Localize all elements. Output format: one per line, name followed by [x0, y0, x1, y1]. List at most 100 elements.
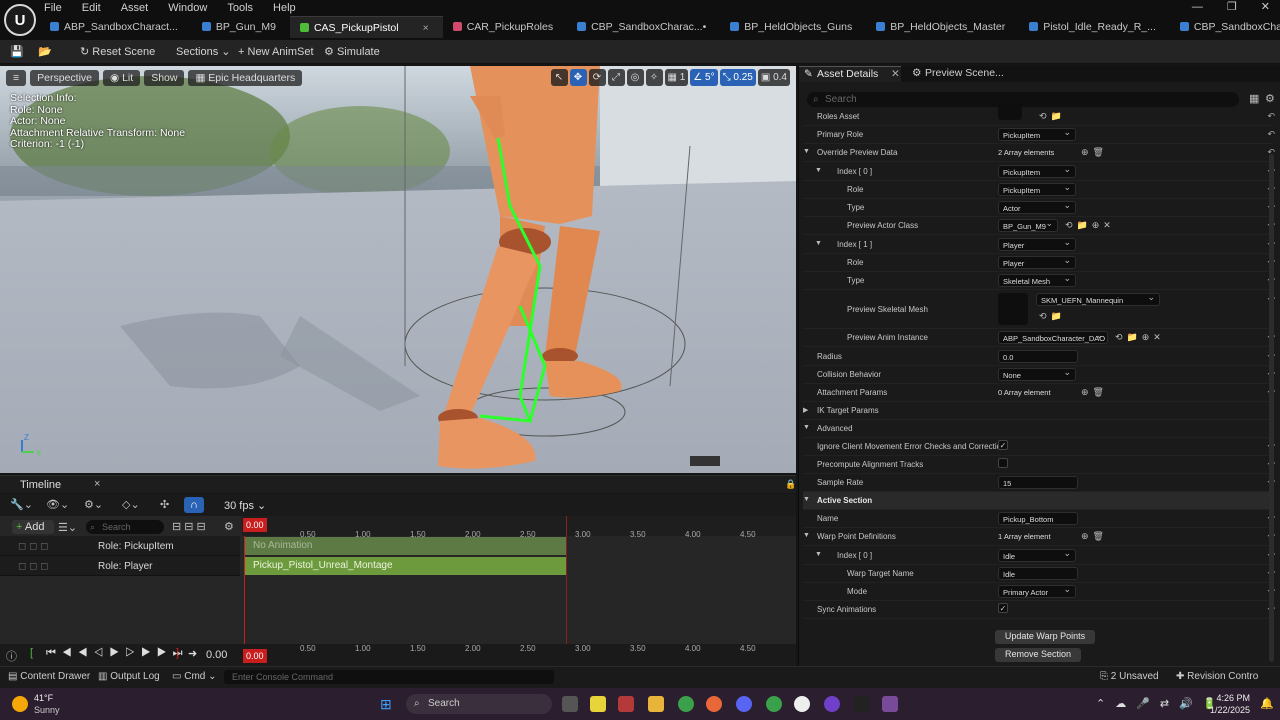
expand-arrow-icon[interactable]: ▼ — [803, 496, 810, 503]
expand-arrow-icon[interactable]: ▼ — [815, 240, 822, 247]
task-view-icon[interactable] — [562, 696, 578, 712]
wrench-icon[interactable]: 🔧⌄ — [10, 498, 33, 511]
lock-icon[interactable]: 🔒 — [785, 479, 796, 490]
browse-icon[interactable]: 📂 — [38, 40, 52, 64]
app-icon[interactable] — [618, 696, 634, 712]
track-row[interactable]: ◻ ◻ ◻ Role: Player — [0, 557, 240, 576]
menu-help[interactable]: Help — [273, 0, 296, 16]
asset-thumbnail[interactable] — [998, 102, 1022, 120]
property-dropdown[interactable]: PickupItem — [998, 126, 1076, 141]
browse-asset-icons[interactable]: ⟲📁 — [1039, 111, 1066, 122]
expand-arrow-icon[interactable]: ▼ — [815, 167, 822, 174]
property-dropdown[interactable]: BP_Gun_M9 — [998, 217, 1058, 232]
array-add-remove-icons[interactable]: ⊕🗑 — [1081, 147, 1108, 158]
sticky-notes-icon[interactable] — [590, 696, 606, 712]
magnet-icon[interactable]: ∩ — [184, 497, 204, 513]
taskbar-search[interactable]: ⌕ Search — [406, 694, 552, 714]
reset-to-default-icon[interactable]: ↶ — [1267, 129, 1275, 140]
windows-start-icon[interactable]: ⊞ — [380, 696, 392, 713]
rotate-icon[interactable]: ⟳ — [588, 69, 606, 86]
grid-snap-button[interactable]: ▦ 1 — [664, 69, 689, 86]
browse-asset-icons[interactable]: ⟲📁⊕✕ — [1065, 220, 1115, 231]
reset-to-default-icon[interactable]: ↶ — [1267, 111, 1275, 122]
document-tab[interactable]: CAR_PickupRoles — [443, 16, 567, 38]
timeline-tab[interactable]: Timeline — [20, 479, 61, 491]
eye-icon[interactable]: 👁⌄ — [46, 498, 69, 511]
unsaved-button[interactable]: ⎘ 2 Unsaved — [1100, 671, 1159, 682]
property-checkbox[interactable] — [998, 458, 1008, 468]
loop-start-icon[interactable]: [ — [30, 647, 33, 659]
track-search-input[interactable]: ⌕ Search — [86, 520, 164, 534]
asset-details-tab[interactable]: ✎ Asset Details ✕ — [799, 66, 901, 82]
array-add-remove-icons[interactable]: ⊕🗑 — [1081, 387, 1108, 398]
document-tab[interactable]: BP_HeldObjects_Master — [866, 16, 1019, 38]
property-dropdown[interactable]: PickupItem — [998, 163, 1076, 178]
weather-temp[interactable]: 41°F — [34, 693, 53, 703]
update-warp-points-button[interactable]: Update Warp Points — [995, 630, 1095, 644]
angle-snap-button[interactable]: ∠ 5° — [690, 69, 718, 86]
playhead-time[interactable]: 0.00 — [243, 518, 267, 532]
property-dropdown[interactable]: Idle — [998, 547, 1076, 562]
app-icon-2[interactable] — [882, 696, 898, 712]
close-icon[interactable]: ✕ — [1261, 0, 1270, 14]
firefox-icon[interactable] — [706, 696, 722, 712]
expand-arrow-icon[interactable]: ▼ — [803, 424, 810, 431]
clock-time[interactable]: 4:26 PM — [1210, 693, 1250, 703]
property-text-field[interactable]: 15 — [998, 476, 1078, 489]
property-dropdown[interactable]: PickupItem — [998, 181, 1076, 196]
document-tab[interactable]: CAS_PickupPistol × — [289, 16, 443, 38]
location-button[interactable]: ▦ Epic Headquarters — [188, 70, 303, 86]
show-button[interactable]: Show — [144, 70, 185, 86]
document-tab[interactable]: BP_Gun_M9 — [192, 16, 290, 38]
close-tab-icon[interactable]: × — [423, 22, 429, 34]
menu-asset[interactable]: Asset — [121, 0, 149, 16]
property-dropdown[interactable]: None — [998, 366, 1076, 381]
hamburger-icon[interactable]: ≡ — [6, 70, 27, 86]
playback-buttons[interactable]: ⏮◀◀◁▶▷▶▶⏭ — [46, 647, 188, 660]
camera-speed-button[interactable]: ▣ 0.4 — [757, 69, 790, 86]
property-text-field[interactable]: 0.0 — [998, 350, 1078, 363]
local-space-icon[interactable]: ◎ — [626, 69, 644, 86]
preview-viewport[interactable]: Z Y ≡ Perspective ◉ Lit Show ▦ Epic Head… — [0, 66, 796, 473]
reset-scene-button[interactable]: ↻ Reset Scene — [80, 40, 155, 64]
property-dropdown[interactable]: Player — [998, 254, 1076, 269]
table-view-icon[interactable]: ▦ — [1249, 92, 1259, 105]
document-tab[interactable]: Pistol_Idle_Ready_R_... — [1019, 16, 1170, 38]
collapse-icon[interactable]: ⊟ ⊟ ⊟ — [172, 520, 206, 533]
new-animset-button[interactable]: + New AnimSet — [238, 40, 314, 64]
chrome-icon[interactable] — [678, 696, 694, 712]
scale-icon[interactable]: ⤢ — [607, 69, 625, 86]
unreal-logo-icon[interactable]: U — [4, 4, 36, 36]
epic-games-icon[interactable] — [854, 696, 870, 712]
property-dropdown[interactable]: ABP_SandboxCharacter_DAO — [998, 329, 1108, 344]
animation-segment[interactable]: No Animation — [245, 537, 566, 555]
browse-asset-icons[interactable]: ⟲📁⊕✕ — [1115, 332, 1165, 343]
details-scrollbar[interactable] — [1269, 154, 1274, 662]
time-ruler[interactable] — [242, 516, 796, 536]
document-tab[interactable]: ABP_SandboxCharact... — [40, 16, 192, 38]
property-text-field[interactable]: Idle — [998, 567, 1078, 580]
lit-button[interactable]: ◉ Lit — [103, 70, 141, 86]
menu-edit[interactable]: Edit — [82, 0, 101, 16]
notifications-icon[interactable]: 🔔 — [1260, 697, 1274, 710]
browse-asset-icons[interactable]: ⟲📁 — [1039, 311, 1066, 322]
menu-file[interactable]: File — [44, 0, 62, 16]
property-dropdown[interactable]: Actor — [998, 199, 1076, 214]
animation-segment[interactable]: Pickup_Pistol_Unreal_Montage — [245, 557, 566, 575]
cmd-dropdown[interactable]: ▭ Cmd ⌄ — [172, 671, 217, 682]
output-log-button[interactable]: ▥ Output Log — [98, 671, 160, 682]
unreal-taskbar-icon[interactable] — [794, 696, 810, 712]
mesh-thumbnail[interactable] — [998, 293, 1028, 325]
file-explorer-icon[interactable] — [648, 696, 664, 712]
remove-section-button[interactable]: Remove Section — [995, 648, 1081, 662]
array-add-remove-icons[interactable]: ⊕🗑 — [1081, 531, 1108, 542]
select-icon[interactable]: ↖ — [550, 69, 568, 86]
info-icon[interactable]: ⓘ — [6, 648, 17, 664]
loop-end-icon[interactable]: ] — [176, 647, 179, 659]
chrome-alt-icon[interactable] — [766, 696, 782, 712]
bottom-playhead-time[interactable]: 0.00 — [243, 649, 267, 663]
property-checkbox[interactable]: ✓ — [998, 603, 1008, 613]
document-tab[interactable]: CBP_SandboxCharac...• — [567, 16, 720, 38]
loop-icon[interactable]: ➜ — [188, 647, 197, 660]
property-checkbox[interactable]: ✓ — [998, 440, 1008, 450]
